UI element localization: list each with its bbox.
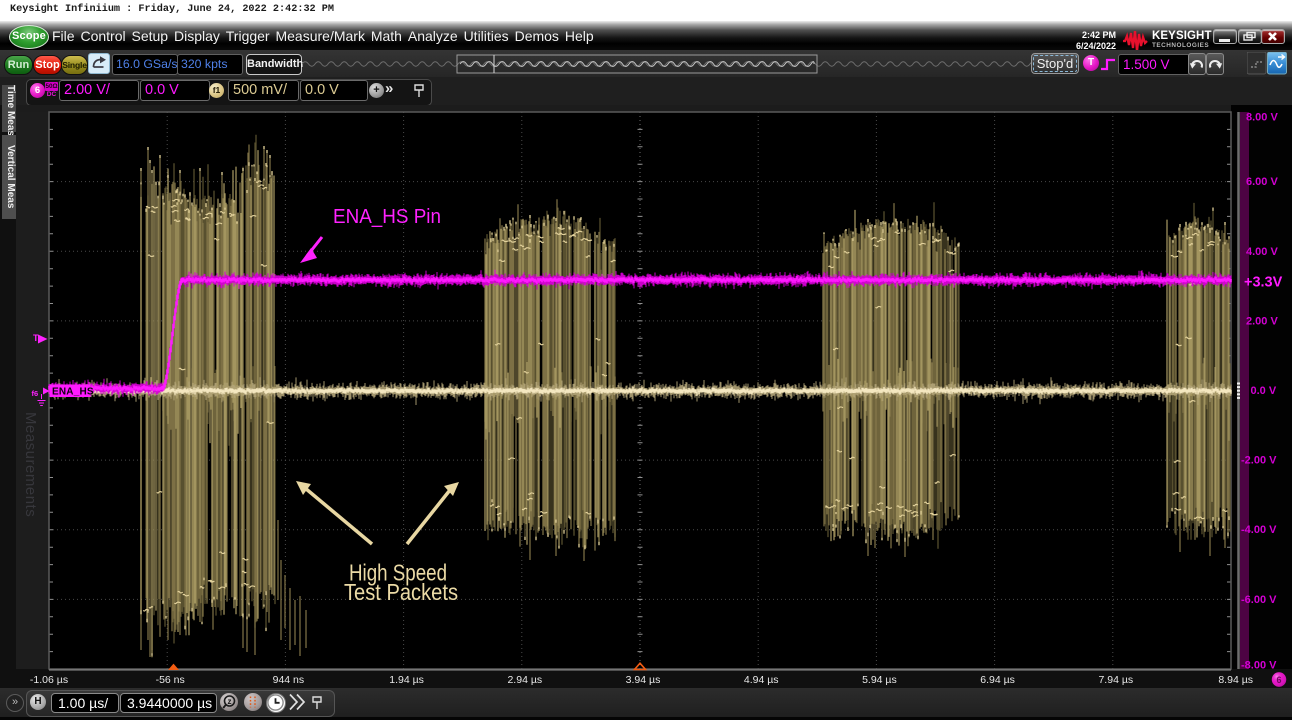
svg-text:-6.00 V: -6.00 V bbox=[1241, 594, 1277, 606]
svg-text:7.94 µs: 7.94 µs bbox=[1098, 674, 1133, 686]
svg-text:+3.3V: +3.3V bbox=[1244, 275, 1283, 291]
svg-text:3.94 µs: 3.94 µs bbox=[626, 674, 661, 686]
svg-text:4.94 µs: 4.94 µs bbox=[744, 674, 779, 686]
svg-text:-56 ns: -56 ns bbox=[156, 674, 185, 686]
svg-text:-8.00 V: -8.00 V bbox=[1241, 660, 1277, 672]
svg-text:5.94 µs: 5.94 µs bbox=[862, 674, 897, 686]
svg-text:6.00 V: 6.00 V bbox=[1246, 176, 1278, 188]
svg-text:2.00 V: 2.00 V bbox=[1246, 315, 1278, 327]
svg-text:8.94 µs: 8.94 µs bbox=[1218, 674, 1253, 686]
svg-text:Test Packets: Test Packets bbox=[344, 579, 458, 605]
svg-text:4.00 V: 4.00 V bbox=[1246, 246, 1278, 258]
svg-text:8.00 V: 8.00 V bbox=[1246, 112, 1278, 124]
svg-text:944 ns: 944 ns bbox=[273, 674, 305, 686]
svg-text:1.94 µs: 1.94 µs bbox=[389, 674, 424, 686]
svg-text:-4.00 V: -4.00 V bbox=[1241, 524, 1277, 536]
svg-text:z: z bbox=[228, 697, 232, 706]
svg-text:2.94 µs: 2.94 µs bbox=[507, 674, 542, 686]
svg-text:f6: f6 bbox=[32, 389, 39, 398]
svg-text:Measurements: Measurements bbox=[22, 412, 39, 517]
svg-text:6: 6 bbox=[1276, 675, 1281, 685]
svg-text:-1.06 µs: -1.06 µs bbox=[30, 674, 68, 686]
svg-text:6.94 µs: 6.94 µs bbox=[980, 674, 1015, 686]
svg-text:ENA_HS Pin: ENA_HS Pin bbox=[333, 206, 441, 228]
svg-text:ENA_HS: ENA_HS bbox=[52, 387, 94, 398]
svg-text:0.0 V: 0.0 V bbox=[1251, 385, 1277, 397]
svg-text:-2.00 V: -2.00 V bbox=[1241, 455, 1277, 467]
